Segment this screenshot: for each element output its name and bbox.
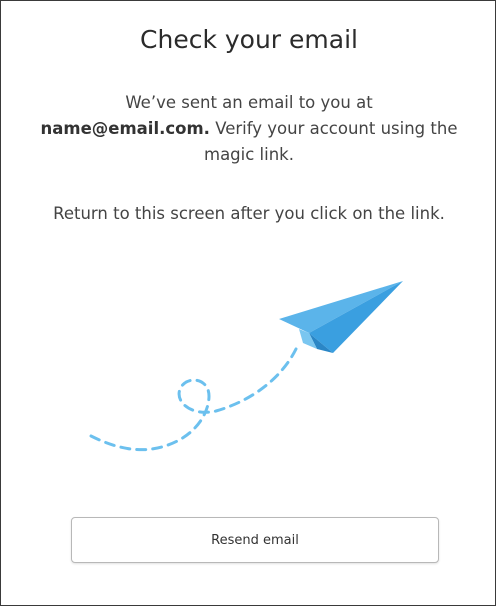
page-title: Check your email — [140, 25, 358, 54]
paper-plane-icon — [89, 281, 403, 452]
paper-plane — [279, 281, 403, 353]
sent-message-intro: We’ve sent an email to you at — [125, 93, 373, 112]
sent-message-rest: Verify your account using the magic link… — [204, 119, 458, 164]
resend-email-button[interactable]: Resend email — [71, 517, 439, 563]
return-instruction: Return to this screen after you click on… — [53, 204, 445, 223]
sent-message: We’ve sent an email to you at name@email… — [21, 90, 477, 168]
flight-trail — [89, 347, 298, 452]
email-address: name@email.com. — [40, 119, 210, 138]
dialog-frame: Check your email We’ve sent an email to … — [0, 0, 496, 606]
